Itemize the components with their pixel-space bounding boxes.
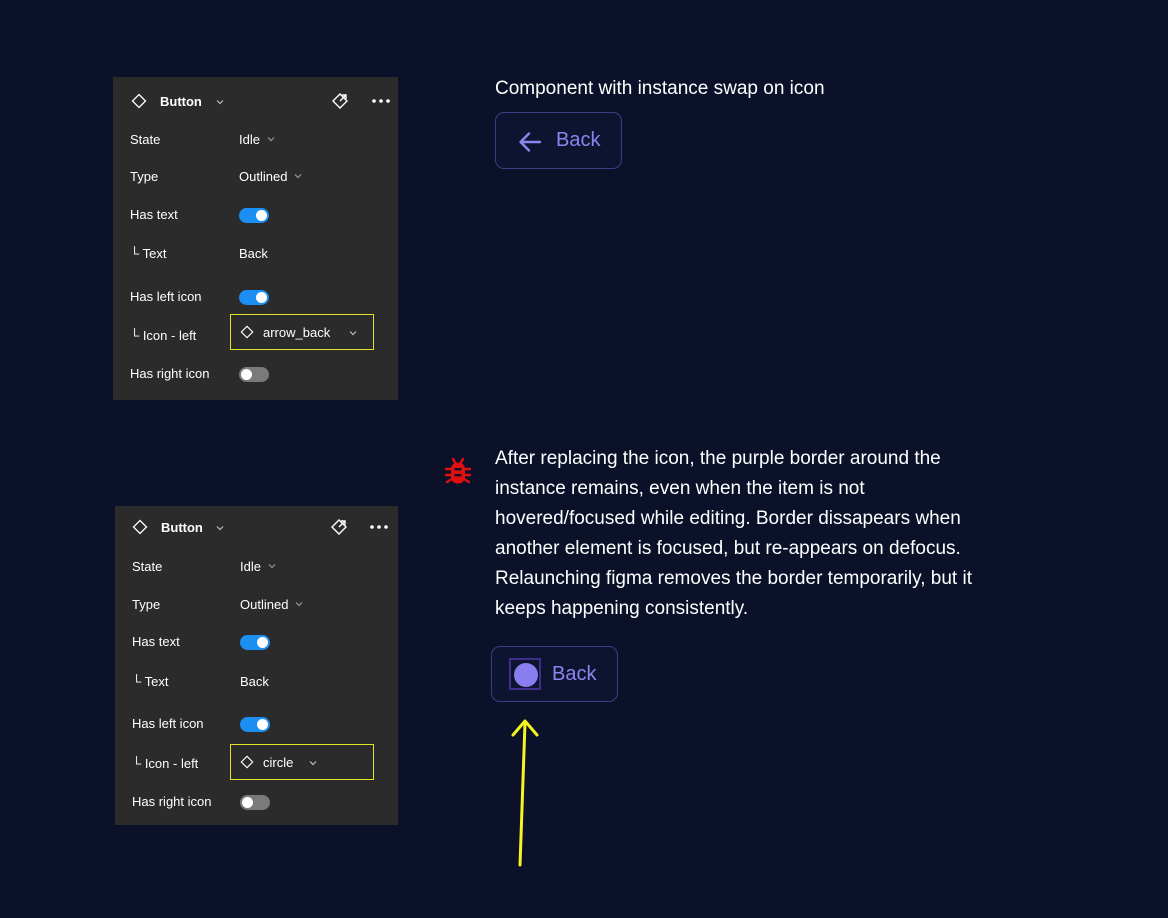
property-row-icon-left: └ Icon - left arrow_back <box>113 314 398 350</box>
state-dropdown[interactable]: Idle <box>239 132 276 147</box>
property-row-has-left-icon: Has left icon <box>115 714 398 734</box>
property-row-type: Type Outlined <box>113 167 398 187</box>
go-to-main-component-icon[interactable] <box>330 518 348 536</box>
component-title[interactable]: Button <box>161 520 203 535</box>
property-row-has-right-icon: Has right icon <box>115 792 398 812</box>
type-value: Outlined <box>239 169 288 184</box>
toggle-knob <box>242 797 253 808</box>
text-value-field[interactable]: Back <box>239 246 268 261</box>
property-row-type: Type Outlined <box>115 595 398 615</box>
property-label: └ Text <box>132 674 169 689</box>
property-row-text: └ Text Back <box>113 244 398 264</box>
has-right-icon-toggle[interactable] <box>240 795 270 810</box>
chevron-down-icon <box>294 174 302 179</box>
more-options-icon[interactable] <box>371 98 391 104</box>
type-dropdown[interactable]: Outlined <box>240 597 304 612</box>
property-row-has-text: Has text <box>115 632 398 652</box>
property-row-has-right-icon: Has right icon <box>113 364 398 384</box>
icon-swap-dropdown[interactable]: arrow_back <box>230 314 374 350</box>
toggle-knob <box>257 637 268 648</box>
bug-description: After replacing the icon, the purple bor… <box>495 448 972 619</box>
chevron-down-icon[interactable] <box>215 523 225 533</box>
bug-icon <box>444 457 472 484</box>
property-label: Type <box>130 169 159 184</box>
panel-header: Button <box>113 77 398 125</box>
toggle-knob <box>256 292 267 303</box>
property-row-has-left-icon: Has left icon <box>113 287 398 307</box>
type-dropdown[interactable]: Outlined <box>239 169 303 184</box>
chevron-down-icon <box>309 761 317 766</box>
icon-swap-value: circle <box>263 755 294 770</box>
component-icon <box>240 755 254 769</box>
component-title[interactable]: Button <box>160 94 202 109</box>
chevron-down-icon <box>349 331 357 336</box>
component-icon <box>240 325 254 339</box>
section-caption: Component with instance swap on icon <box>495 78 825 99</box>
property-row-icon-left: └ Icon - left circle <box>115 744 398 780</box>
has-text-toggle[interactable] <box>239 208 269 223</box>
property-label: Has left icon <box>130 289 202 304</box>
chevron-down-icon <box>268 564 276 569</box>
icon-swap-dropdown[interactable]: circle <box>230 744 374 780</box>
property-label: Has left icon <box>132 716 204 731</box>
property-label: Type <box>132 597 161 612</box>
property-label: └ Text <box>130 246 167 261</box>
annotation-arrow <box>511 719 539 867</box>
toggle-knob <box>256 210 267 221</box>
panel-header: Button <box>115 506 398 554</box>
toggle-knob <box>241 369 252 380</box>
circle-icon <box>514 663 538 687</box>
state-dropdown[interactable]: Idle <box>240 559 277 574</box>
chevron-down-icon <box>295 602 303 607</box>
property-label: Has right icon <box>130 366 210 381</box>
properties-panel: Button State Idle Type Outlined Has text… <box>113 77 398 400</box>
go-to-main-component-icon[interactable] <box>331 92 349 110</box>
more-options-icon[interactable] <box>369 524 389 530</box>
property-row-text: └ Text Back <box>115 672 398 692</box>
back-button[interactable]: Back <box>491 646 618 702</box>
property-row-state: State Idle <box>115 557 398 577</box>
arrow-back-icon <box>519 132 542 152</box>
icon-selection-border <box>509 658 541 690</box>
chevron-down-icon <box>267 137 275 142</box>
property-label: State <box>130 132 161 147</box>
has-text-toggle[interactable] <box>240 635 270 650</box>
icon-swap-value: arrow_back <box>263 325 331 340</box>
property-label: └ Icon - left <box>132 756 199 771</box>
button-label: Back <box>556 129 601 151</box>
property-label: Has text <box>132 634 180 649</box>
button-label: Back <box>552 663 597 685</box>
toggle-knob <box>257 719 268 730</box>
type-value: Outlined <box>240 597 289 612</box>
text-value-field[interactable]: Back <box>240 674 269 689</box>
state-value: Idle <box>239 132 260 147</box>
back-button[interactable]: Back <box>495 112 622 169</box>
property-label: └ Icon - left <box>130 328 197 343</box>
property-row-state: State Idle <box>113 130 398 150</box>
property-label: Has right icon <box>132 794 212 809</box>
component-icon <box>131 93 147 109</box>
has-right-icon-toggle[interactable] <box>239 367 269 382</box>
property-label: Has text <box>130 207 178 222</box>
chevron-down-icon[interactable] <box>215 97 225 107</box>
property-row-has-text: Has text <box>113 205 398 225</box>
property-label: State <box>132 559 163 574</box>
has-left-icon-toggle[interactable] <box>239 290 269 305</box>
component-icon <box>132 519 148 535</box>
has-left-icon-toggle[interactable] <box>240 717 270 732</box>
state-value: Idle <box>240 559 261 574</box>
properties-panel: Button State Idle Type Outlined Has text… <box>115 506 398 825</box>
